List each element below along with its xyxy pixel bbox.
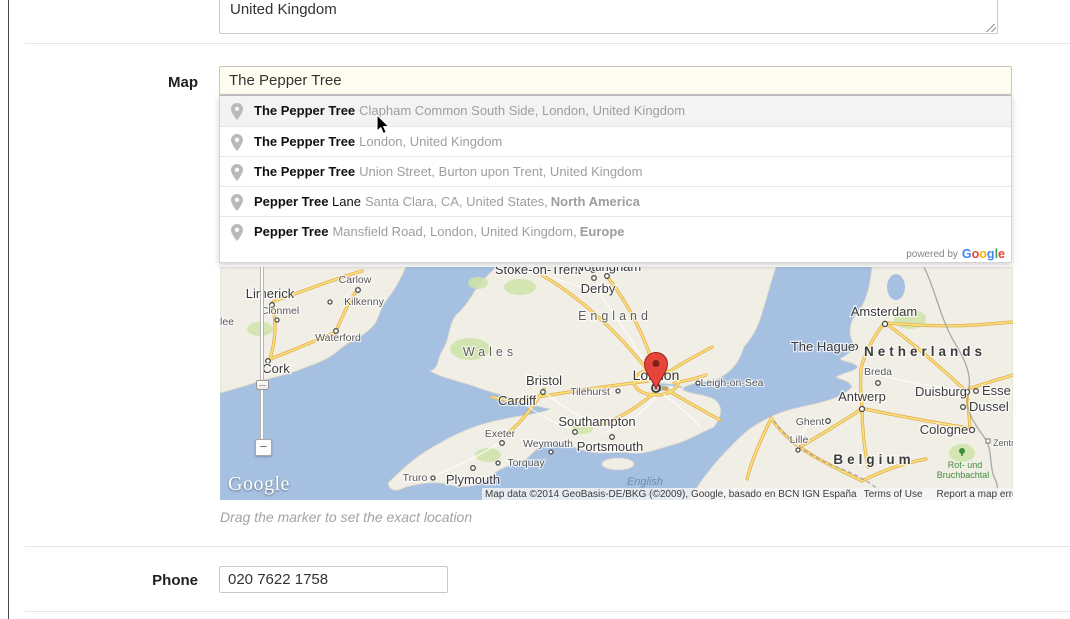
svg-text:Southampton: Southampton: [558, 414, 635, 429]
google-map-logo: Google: [228, 473, 290, 496]
svg-text:Rot- und: Rot- und: [948, 460, 983, 470]
google-logo: Google: [962, 247, 1005, 261]
svg-text:Zentr: Zentr: [993, 438, 1013, 448]
svg-text:Truro: Truro: [403, 472, 428, 484]
svg-text:Waterford: Waterford: [315, 332, 361, 344]
map-field-label: Map: [0, 74, 198, 91]
svg-text:Nottingham: Nottingham: [575, 267, 641, 274]
autocomplete-item[interactable]: Pepper Tree Lane Santa Clara, CA, United …: [220, 186, 1011, 216]
svg-text:Carlow: Carlow: [339, 274, 372, 286]
suggestion-main: The Pepper Tree: [254, 164, 355, 179]
suggestion-secondary: Mansfield Road, London, United Kingdom,: [332, 224, 576, 239]
autocomplete-item[interactable]: The Pepper Tree Clapham Common South Side…: [220, 96, 1011, 126]
svg-text:Cork: Cork: [262, 361, 290, 376]
section-divider: [25, 546, 1070, 547]
svg-text:Leigh-on-Sea: Leigh-on-Sea: [700, 377, 763, 389]
autocomplete-item[interactable]: Pepper Tree Mansfield Road, London, Unite…: [220, 216, 1011, 246]
svg-text:Cologne: Cologne: [920, 422, 968, 437]
powered-by-google: powered by Google: [220, 246, 1011, 262]
suggestion-main-extra: Lane: [328, 194, 361, 209]
svg-text:Antwerp: Antwerp: [838, 389, 886, 404]
ijsselmeer: [887, 274, 905, 300]
suggestion-main: The Pepper Tree: [254, 134, 355, 149]
zoom-out-button[interactable]: −: [255, 439, 272, 456]
section-divider: [25, 611, 1070, 612]
svg-text:Portsmouth: Portsmouth: [577, 439, 643, 454]
place-pin-icon: [231, 103, 243, 120]
phone-field[interactable]: [219, 566, 448, 593]
suggestion-secondary: Union Street, Burton upon Trent, United …: [359, 164, 642, 179]
textarea-resize-grip[interactable]: [986, 24, 996, 32]
svg-text:Wales: Wales: [463, 345, 517, 359]
svg-text:Lille: Lille: [790, 434, 809, 446]
svg-text:Esse: Esse: [982, 383, 1011, 398]
place-pin-icon: [231, 164, 243, 181]
svg-text:Limerick: Limerick: [246, 286, 295, 301]
suggestion-secondary: Santa Clara, CA, United States,: [365, 194, 548, 209]
svg-text:Tilehurst: Tilehurst: [570, 386, 610, 398]
map-tiles: Tralee Limerick Carlow Kilkenny Clonmel …: [220, 267, 1013, 500]
svg-text:Weymouth: Weymouth: [523, 438, 573, 450]
svg-text:Exeter: Exeter: [485, 428, 516, 440]
svg-text:England: England: [578, 309, 652, 323]
autocomplete-item[interactable]: The Pepper Tree London, United Kingdom: [220, 126, 1011, 156]
zoom-slider-track[interactable]: [260, 267, 264, 447]
section-divider: [25, 43, 1070, 44]
svg-text:Bristol: Bristol: [526, 373, 562, 388]
suggestion-main: The Pepper Tree: [254, 103, 355, 118]
suggestion-region: North America: [551, 194, 640, 209]
powered-by-text: powered by: [906, 249, 958, 260]
svg-text:Cardiff: Cardiff: [498, 393, 536, 408]
mouse-cursor: [376, 114, 390, 135]
place-pin-icon: [231, 194, 243, 211]
autocomplete-item[interactable]: The Pepper Tree Union Street, Burton upon…: [220, 156, 1011, 186]
svg-text:Amsterdam: Amsterdam: [851, 304, 917, 319]
suggestion-secondary: London, United Kingdom: [359, 134, 502, 149]
phone-field-label: Phone: [0, 572, 198, 589]
places-autocomplete-dropdown: The Pepper Tree Clapham Common South Side…: [219, 95, 1012, 263]
svg-text:The Hague: The Hague: [791, 339, 855, 354]
country-field[interactable]: United Kingdom: [219, 0, 998, 34]
svg-text:Plymouth: Plymouth: [446, 472, 500, 487]
svg-text:Dussel: Dussel: [969, 399, 1009, 414]
zoom-slider-thumb[interactable]: [256, 380, 269, 390]
svg-text:Duisburg: Duisburg: [915, 384, 967, 399]
svg-text:Breda: Breda: [864, 366, 892, 378]
svg-text:Tralee: Tralee: [220, 316, 234, 328]
svg-text:Torquay: Torquay: [507, 457, 545, 469]
suggestion-main: Pepper Tree: [254, 194, 328, 209]
svg-text:Kilkenny: Kilkenny: [344, 296, 384, 308]
place-pin-icon: [231, 134, 243, 151]
svg-text:Ghent: Ghent: [796, 416, 825, 428]
svg-text:Belgium: Belgium: [833, 452, 914, 467]
suggestion-secondary: Clapham Common South Side, London, Unite…: [359, 103, 685, 118]
svg-text:Derby: Derby: [581, 281, 616, 296]
suggestion-region: Europe: [580, 224, 625, 239]
terms-of-use-link[interactable]: Terms of Use: [857, 489, 930, 500]
form-page: { "form": { "country": { "value": "Unite…: [0, 0, 1070, 619]
map-search-input[interactable]: [219, 66, 1012, 95]
svg-text:Bruchbachtal: Bruchbachtal: [937, 470, 990, 480]
google-map-canvas[interactable]: Tralee Limerick Carlow Kilkenny Clonmel …: [220, 267, 1013, 500]
map-attribution-bar: Map data ©2014 GeoBasis-DE/BKG (©2009), …: [482, 488, 1013, 500]
suggestion-main: Pepper Tree: [254, 224, 328, 239]
svg-text:Netherlands: Netherlands: [864, 344, 986, 359]
map-attribution-text: Map data ©2014 GeoBasis-DE/BKG (©2009), …: [482, 489, 857, 500]
drag-marker-helper-text: Drag the marker to set the exact locatio…: [220, 509, 472, 525]
panel-left-border: [8, 0, 9, 619]
report-map-error-link[interactable]: Report a map error: [930, 489, 1013, 500]
isle-of-wight: [602, 458, 634, 470]
svg-text:Clonmel: Clonmel: [261, 305, 300, 317]
place-pin-icon: [231, 224, 243, 241]
svg-text:Stoke-on-Trent: Stoke-on-Trent: [495, 267, 582, 277]
